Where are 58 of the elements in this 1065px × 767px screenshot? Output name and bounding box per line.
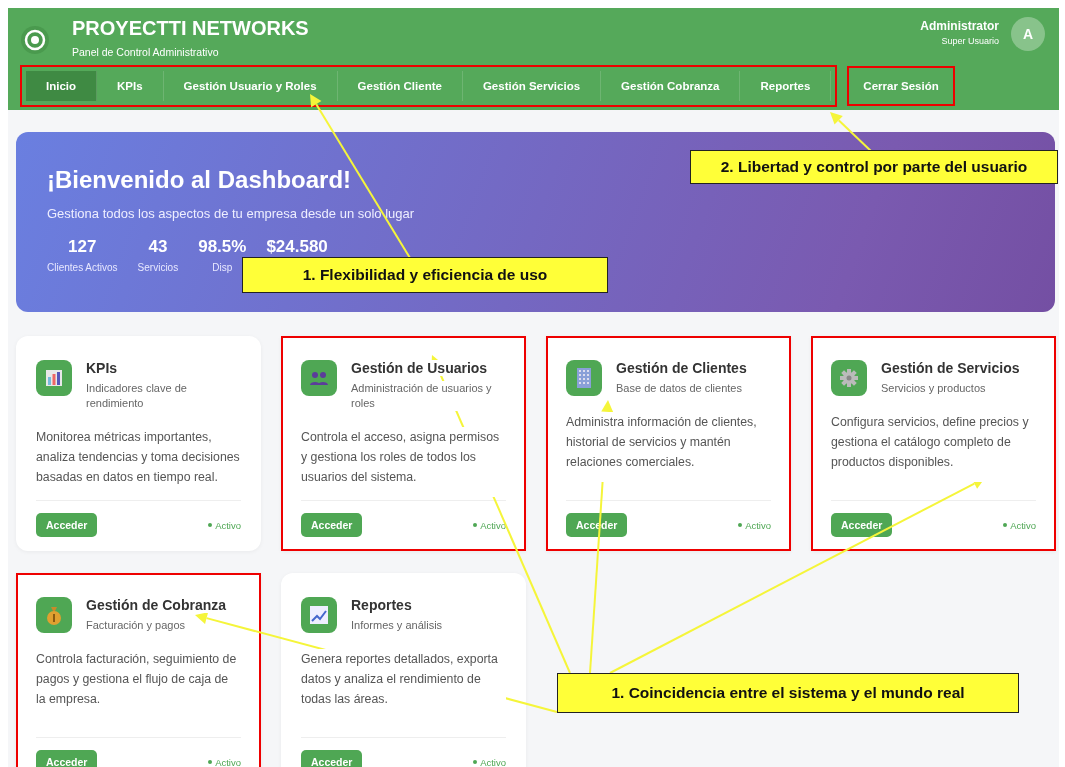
status-text: Activo [215, 756, 241, 767]
status-dot-icon [1003, 523, 1008, 527]
status-dot-icon [473, 760, 478, 764]
annotation-callout: 1. Coincidencia entre el sistema y el mundo real [557, 673, 1019, 713]
status-text: Activo [1010, 519, 1036, 531]
logout-button[interactable]: Cerrar Sesión [847, 66, 955, 106]
status-dot-icon [738, 523, 743, 527]
stat-value: 127 [68, 237, 97, 257]
line-chart-icon [309, 605, 329, 625]
stat-label: Disp [212, 262, 233, 273]
card-title: KPIs [86, 360, 118, 376]
access-button[interactable]: Acceder [36, 750, 98, 767]
card-subtitle: Facturación y pagos [86, 618, 186, 633]
stat-value: 98.5% [198, 237, 247, 257]
access-button[interactable]: Acceder [301, 750, 363, 767]
nav-tab[interactable]: Reportes [740, 71, 832, 101]
nav-tab[interactable]: KPIs [97, 71, 164, 101]
pointer-arrow [830, 112, 873, 153]
card-title: Gestión de Cobranza [86, 597, 227, 613]
status-text: Activo [480, 519, 506, 531]
nav-tab[interactable]: Gestión Cliente [337, 71, 463, 101]
logo-icon [20, 25, 50, 55]
bar-chart-icon [44, 368, 64, 388]
stat-value: 43 [148, 237, 168, 257]
app-title: PROYECTTI NETWORKS [72, 16, 310, 40]
card-subtitle: Informes y análisis [351, 618, 443, 633]
app-subtitle: Panel de Control Administrativo [72, 45, 220, 58]
money-bag-icon [45, 605, 63, 625]
banner-title: ¡Bienvenido al Dashboard! [47, 166, 352, 194]
stat-label: Servicios [137, 262, 179, 273]
nav-tab[interactable]: Inicio [26, 71, 98, 101]
banner-subtitle: Gestiona todos los aspectos de tu empresa desde un solo lugar [47, 206, 416, 221]
status-dot-icon [473, 523, 478, 527]
annotation-callout: 2. Libertad y control por parte del usuario [690, 150, 1058, 184]
users-icon [309, 370, 329, 386]
card-title: Gestión de Clientes [616, 360, 747, 376]
card-title: Gestión de Usuarios [351, 360, 488, 376]
nav-tab[interactable]: Gestión Cobranza [601, 71, 741, 101]
status-dot-icon [208, 760, 213, 764]
status-text: Activo [215, 519, 241, 531]
nav-tab[interactable]: Gestión Servicios [462, 71, 602, 101]
user-role: Super Usuario [941, 35, 999, 46]
card-subtitle: Servicios y productos [881, 381, 986, 396]
user-avatar[interactable]: A [1011, 17, 1045, 51]
gear-icon [839, 368, 859, 388]
user-name: Administrator [920, 18, 999, 33]
card-title: Reportes [351, 597, 412, 613]
status-text: Activo [480, 756, 506, 767]
access-button[interactable]: Acceder [301, 513, 363, 537]
status-dot-icon [208, 523, 213, 527]
access-button[interactable]: Acceder [36, 513, 98, 537]
stat-label: Clientes Activos [47, 262, 118, 273]
annotation-callout: 1. Flexibilidad y eficiencia de uso [242, 257, 608, 293]
card-title: Gestión de Servicios [881, 360, 1020, 376]
access-button[interactable]: Acceder [831, 513, 893, 537]
building-icon [576, 367, 592, 389]
status-text: Activo [745, 519, 771, 531]
stat-value: $24.580 [266, 237, 328, 257]
